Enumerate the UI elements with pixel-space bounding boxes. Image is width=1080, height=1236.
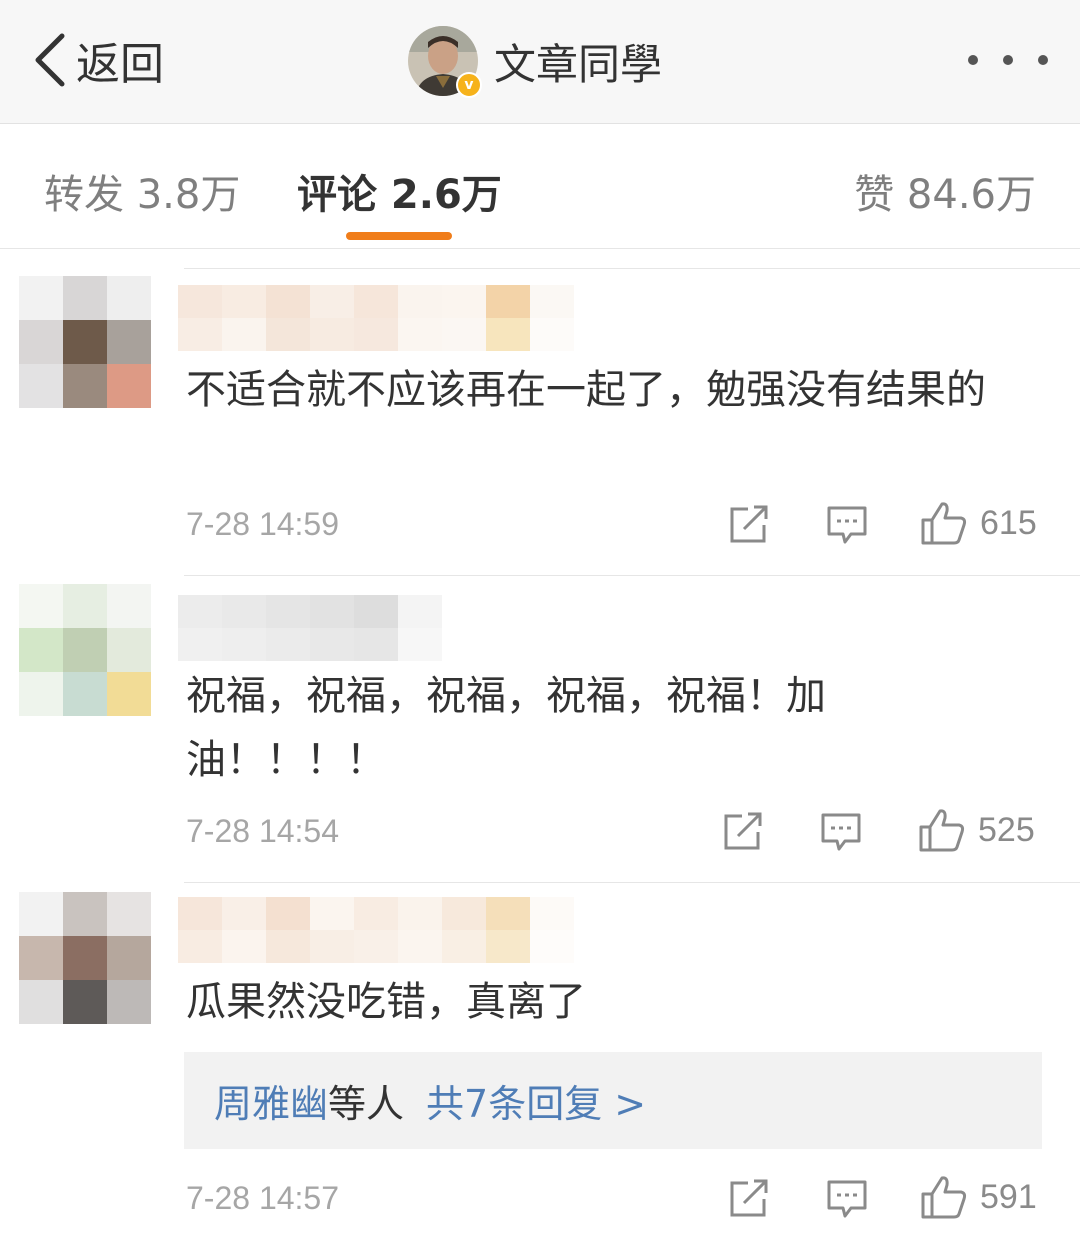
like-count: 591	[980, 1177, 1037, 1216]
username-blurred[interactable]	[178, 897, 578, 963]
divider	[184, 268, 1080, 269]
repost-icon	[724, 812, 762, 850]
like-count: 525	[978, 810, 1035, 849]
active-tab-indicator	[346, 232, 452, 240]
comment-text: 祝福，祝福，祝福，祝福，祝福！加油！！！！	[186, 673, 826, 783]
avatar[interactable]	[19, 892, 151, 1024]
repost-icon	[730, 505, 768, 543]
comment-timestamp: 7-28 14:57	[186, 1180, 340, 1216]
like-button[interactable]: 591	[920, 1174, 1037, 1220]
more-dots-icon	[968, 55, 978, 65]
reply-count-link[interactable]: 共7条回复 >	[426, 1073, 646, 1128]
comment-button[interactable]	[826, 1179, 868, 1221]
comment-icon	[827, 506, 867, 544]
divider	[184, 882, 1080, 883]
avatar[interactable]	[19, 584, 151, 716]
thumbs-up-icon	[921, 502, 967, 545]
like-count: 615	[980, 503, 1037, 542]
reply-suffix: 等人	[328, 1082, 405, 1126]
page-title: 文章同學	[494, 39, 663, 89]
repost-button[interactable]	[722, 812, 764, 852]
repost-icon	[730, 1179, 768, 1217]
avatar[interactable]: v	[408, 26, 482, 98]
comment-timestamp: 7-28 14:54	[186, 813, 340, 849]
profile-header[interactable]: v 文章同學	[408, 26, 663, 98]
thumbs-up-icon	[919, 809, 965, 852]
username-blurred[interactable]	[178, 285, 578, 351]
back-button[interactable]: 返回	[30, 28, 164, 92]
tab-likes[interactable]: 赞 84.6万	[854, 162, 1036, 220]
like-button[interactable]: 615	[920, 500, 1037, 546]
chevron-left-icon	[35, 33, 65, 87]
comment-text: 瓜果然没吃错，真离了	[186, 979, 586, 1025]
more-dots-icon	[1038, 55, 1048, 65]
more-dots-icon	[1003, 55, 1013, 65]
avatar[interactable]	[19, 276, 151, 408]
username-blurred[interactable]	[178, 595, 444, 661]
replies-preview-button[interactable]: 周雅幽 等人 共7条回复 >	[184, 1052, 1042, 1149]
repost-button[interactable]	[728, 505, 770, 545]
like-button[interactable]: 525	[918, 807, 1035, 853]
comment-icon	[821, 813, 861, 851]
tab-bar: 转发 3.8万 评论 2.6万 赞 84.6万	[0, 124, 1080, 249]
comment-button[interactable]	[820, 812, 862, 854]
navigation-bar: 返回 v 文章同學	[0, 0, 1080, 124]
reply-username[interactable]: 周雅幽	[214, 1073, 328, 1128]
comment-timestamp: 7-28 14:59	[186, 506, 340, 542]
comment-icon	[827, 1180, 867, 1218]
tab-comments[interactable]: 评论 2.6万	[297, 162, 502, 220]
divider	[184, 575, 1080, 576]
comment-button[interactable]	[826, 505, 868, 547]
verified-badge: v	[456, 72, 482, 98]
tab-reposts[interactable]: 转发 3.8万	[44, 162, 240, 220]
repost-button[interactable]	[728, 1179, 770, 1219]
back-label: 返回	[76, 39, 164, 90]
thumbs-up-icon	[921, 1176, 967, 1219]
more-options-button[interactable]	[968, 50, 1048, 70]
comment-text: 不适合就不应该再在一起了，勉强没有结果的	[186, 367, 986, 413]
